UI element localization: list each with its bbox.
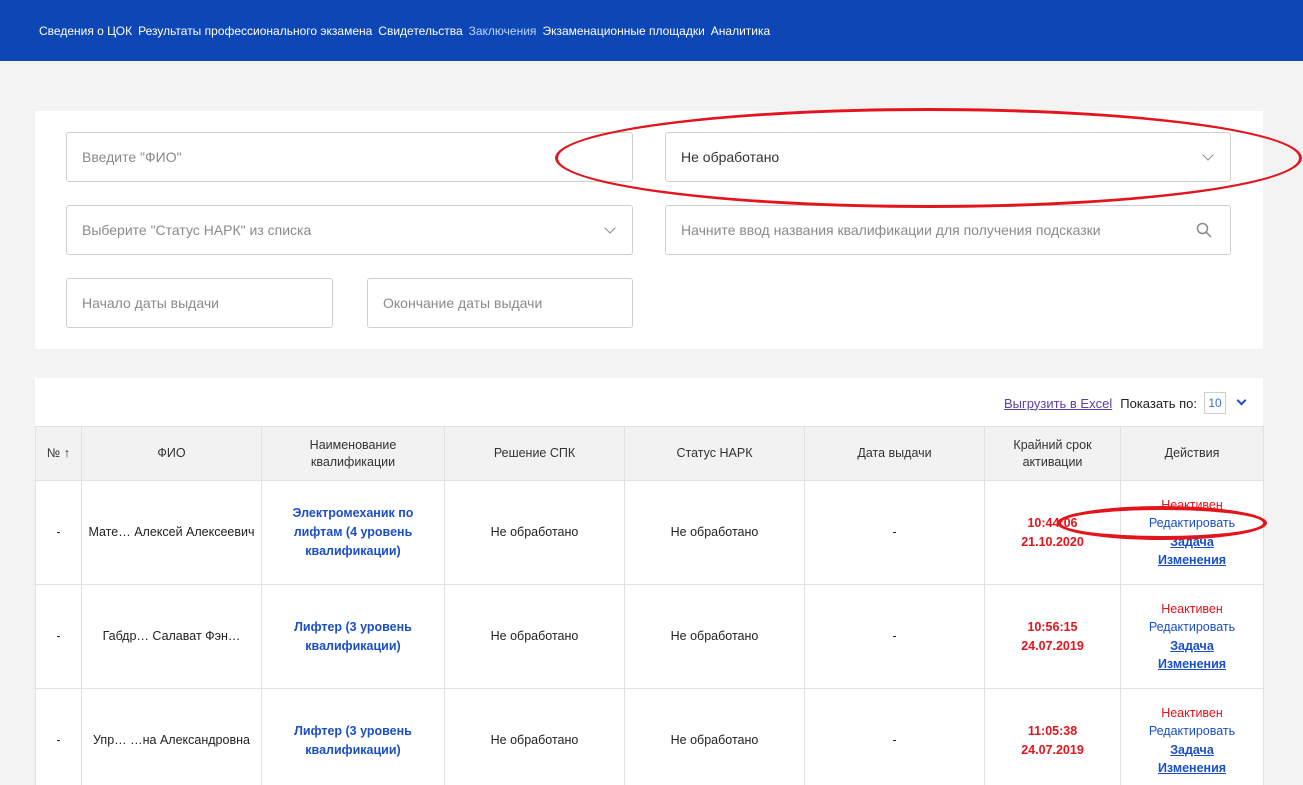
row-nark-status: Не обработано [624,480,805,585]
date-from-placeholder: Начало даты выдачи [82,295,219,311]
search-icon[interactable] [1196,222,1212,238]
column-header-qualification: Наименование квалификации [261,426,445,481]
page-size-label: Показать по: [1120,395,1197,411]
changes-link[interactable]: Изменения [1127,759,1257,778]
changes-link[interactable]: Изменения [1127,551,1257,570]
row-deadline: 10:44:06 21.10.2020 [984,480,1121,585]
table-row: - Упр… …на Александровна Лифтер (3 урове… [35,688,1264,785]
row-actions: Неактивен Редактировать Задача Изменения [1120,584,1264,689]
filters-panel: Введите "ФИО" Не обработано Выберите "Ст… [35,111,1263,349]
chevron-down-icon [604,222,616,234]
edit-link[interactable]: Редактировать [1127,618,1257,637]
row-qualification-link[interactable]: Лифтер (3 уровень квалификации) [261,688,445,785]
inactive-status: Неактивен [1161,601,1223,616]
column-header-deadline: Крайний срок активации [984,426,1121,481]
row-number: - [35,480,82,585]
inactive-status: Неактивен [1161,705,1223,720]
date-to-placeholder: Окончание даты выдачи [383,295,543,311]
row-number: - [35,688,82,785]
nav-item-certificates[interactable]: Свидетельства [378,24,462,38]
export-excel-link[interactable]: Выгрузить в Excel [1004,396,1112,411]
row-fio: Мате… Алексей Алексеевич [81,480,262,585]
date-to-input[interactable]: Окончание даты выдачи [367,278,633,328]
table-header-row: № ↑ ФИО Наименование квалификации Решени… [35,426,1264,481]
deadline-date: 24.07.2019 [1021,638,1084,653]
task-link[interactable]: Задача [1127,741,1257,760]
task-link[interactable]: Задача [1127,637,1257,656]
qualification-search-input[interactable]: Начните ввод названия квалификации для п… [665,205,1231,255]
table-row: - Мате… Алексей Алексеевич Электромехани… [35,480,1264,585]
row-actions: Неактивен Редактировать Задача Изменения [1120,688,1264,785]
nav-item-exam-sites[interactable]: Экзаменационные площадки [542,24,704,38]
task-link[interactable]: Задача [1127,533,1257,552]
row-number: - [35,584,82,689]
status-select-value: Не обработано [681,149,780,165]
chevron-down-icon[interactable] [1236,395,1247,406]
table-row: - Габдр… Салават Фэн… Лифтер (3 уровень … [35,584,1264,689]
column-header-actions: Действия [1120,426,1264,481]
row-issue-date: - [804,688,985,785]
column-header-number[interactable]: № ↑ [35,426,82,481]
column-header-spk: Решение СПК [444,426,625,481]
row-issue-date: - [804,584,985,689]
status-select[interactable]: Не обработано [665,132,1231,182]
row-fio: Упр… …на Александровна [81,688,262,785]
conclusions-table: № ↑ ФИО Наименование квалификации Решени… [35,426,1264,785]
nark-status-placeholder: Выберите "Статус НАРК" из списка [82,222,312,238]
export-bar: Выгрузить в Excel Показать по: 10 [1004,392,1247,414]
top-navigation: Сведения о ЦОК Результаты профессиональн… [0,0,1303,61]
column-header-nark: Статус НАРК [624,426,805,481]
row-nark-status: Не обработано [624,584,805,689]
row-actions: Неактивен Редактировать Задача Изменения [1120,480,1264,585]
date-from-input[interactable]: Начало даты выдачи [66,278,333,328]
chevron-down-icon [1202,149,1214,161]
row-spk-decision: Не обработано [444,480,625,585]
deadline-time: 11:05:38 [1027,723,1078,738]
row-deadline: 10:56:15 24.07.2019 [984,584,1121,689]
column-header-issued: Дата выдачи [804,426,985,481]
column-header-fio: ФИО [81,426,262,481]
edit-link[interactable]: Редактировать [1127,722,1257,741]
edit-link[interactable]: Редактировать [1127,514,1257,533]
nav-item-analytics[interactable]: Аналитика [711,24,770,38]
row-qualification-link[interactable]: Лифтер (3 уровень квалификации) [261,584,445,689]
nav-item-exam-results[interactable]: Результаты профессионального экзамена [138,24,372,38]
row-spk-decision: Не обработано [444,584,625,689]
row-qualification-link[interactable]: Электромеханик по лифтам (4 уровень квал… [261,480,445,585]
deadline-time: 10:56:15 [1027,619,1078,634]
nark-status-select[interactable]: Выберите "Статус НАРК" из списка [66,205,633,255]
deadline-time: 10:44:06 [1027,515,1078,530]
row-issue-date: - [804,480,985,585]
results-panel: Выгрузить в Excel Показать по: 10 № ↑ ФИ… [35,378,1264,785]
page-size-select[interactable]: 10 [1204,392,1226,414]
row-spk-decision: Не обработано [444,688,625,785]
deadline-date: 24.07.2019 [1021,742,1084,757]
nav-item-cok-info[interactable]: Сведения о ЦОК [39,24,132,38]
changes-link[interactable]: Изменения [1127,655,1257,674]
row-nark-status: Не обработано [624,688,805,785]
nav-item-conclusions[interactable]: Заключения [469,24,537,38]
fio-input[interactable]: Введите "ФИО" [66,132,633,182]
qualification-placeholder: Начните ввод названия квалификации для п… [681,222,1101,238]
inactive-status: Неактивен [1161,497,1223,512]
row-fio: Габдр… Салават Фэн… [81,584,262,689]
row-deadline: 11:05:38 24.07.2019 [984,688,1121,785]
fio-placeholder: Введите "ФИО" [82,149,182,165]
deadline-date: 21.10.2020 [1021,534,1084,549]
